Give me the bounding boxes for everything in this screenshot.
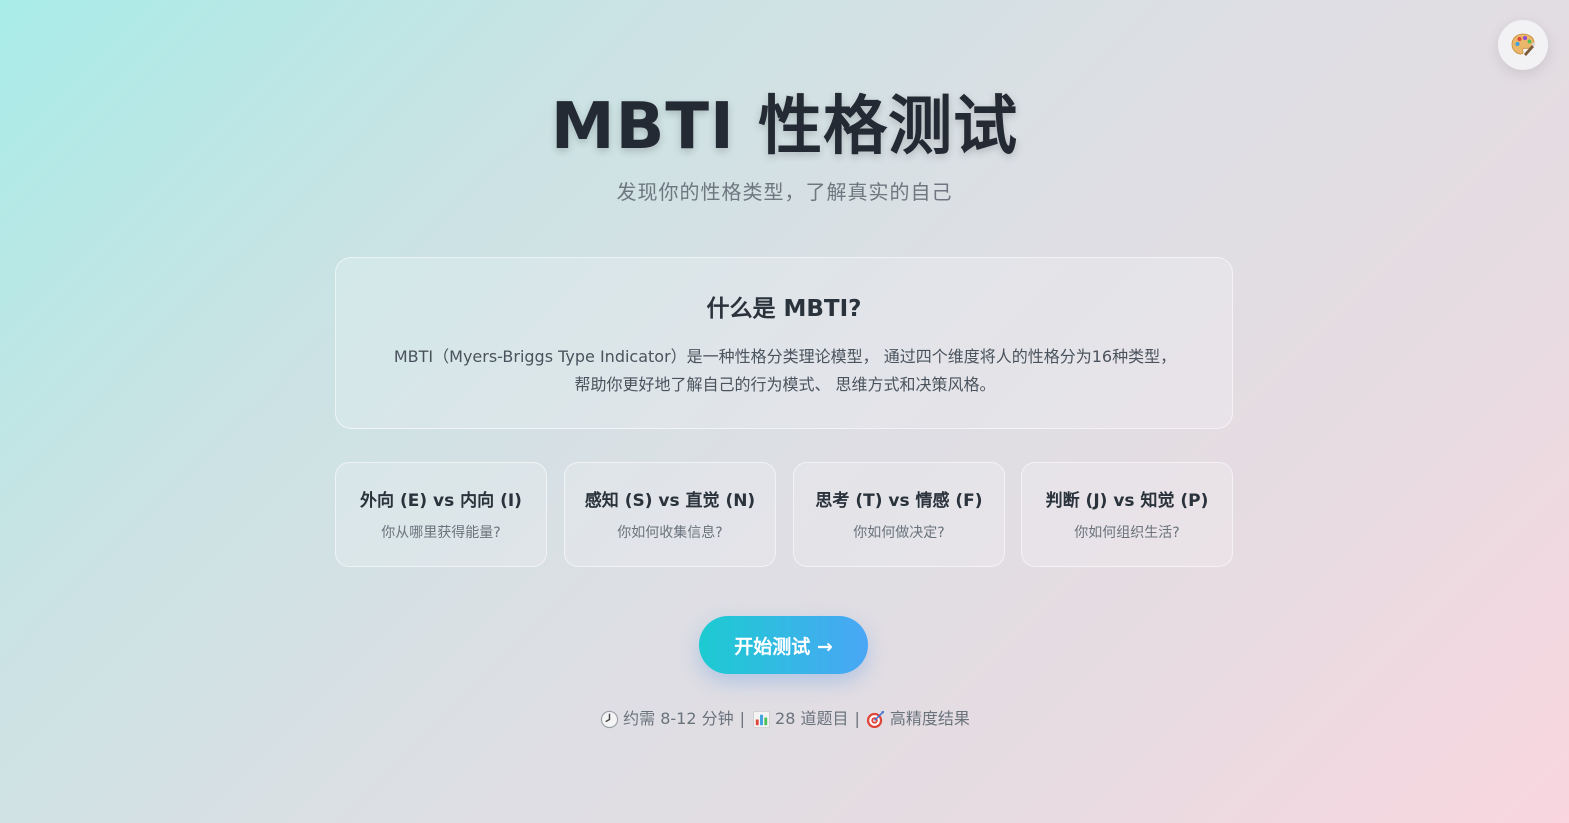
clock-icon [599,709,619,729]
meta-separator: | [854,709,860,728]
meta-separator: | [739,709,746,728]
dimension-question: 你如何做决定? [853,525,945,541]
dimension-title: 思考 (T) vs 情感 (F) [815,491,983,511]
start-test-button[interactable]: 开始测试 → [699,616,868,674]
dimension-question: 你如何组织生活? [1074,525,1180,541]
intro-line-2: 帮助你更好地了解自己的行为模式、 思维方式和决策风格。 [574,375,996,394]
dimension-question: 你如何收集信息? [617,525,723,541]
theme-toggle-button[interactable] [1498,20,1548,70]
dimension-card-ei: 外向 (E) vs 内向 (I) 你从哪里获得能量? [335,462,547,567]
meta-precision: 高精度结果 [889,709,970,728]
intro-card: 什么是 MBTI? MBTI（Myers-Briggs Type Indicat… [335,257,1233,429]
intro-description: MBTI（Myers-Briggs Type Indicator）是一种性格分类… [356,343,1214,399]
meta-time: 约需 8-12 分钟 [623,709,734,728]
palette-icon [1510,32,1536,58]
page-subtitle: 发现你的性格类型，了解真实的自己 [616,180,953,204]
target-icon [866,709,886,729]
bar-chart-icon [751,709,771,729]
dimension-card-sn: 感知 (S) vs 直觉 (N) 你如何收集信息? [564,462,776,567]
dimension-title: 判断 (J) vs 知觉 (P) [1045,491,1209,511]
intro-line-1: MBTI（Myers-Briggs Type Indicator）是一种性格分类… [393,347,1177,366]
test-meta-info: 约需 8-12 分钟 | 28 道题目 | 高精度结果 [0,707,1569,731]
dimension-card-tf: 思考 (T) vs 情感 (F) 你如何做决定? [793,462,1005,567]
meta-questions: 28 道题目 [775,709,849,728]
dimension-title: 外向 (E) vs 内向 (I) [360,491,522,511]
dimension-question: 你从哪里获得能量? [381,525,501,541]
intro-heading: 什么是 MBTI? [706,296,862,322]
page-title: MBTI 性格测试 [550,90,1019,164]
dimension-title: 感知 (S) vs 直觉 (N) [584,491,756,511]
dimension-card-jp: 判断 (J) vs 知觉 (P) 你如何组织生活? [1021,462,1233,567]
